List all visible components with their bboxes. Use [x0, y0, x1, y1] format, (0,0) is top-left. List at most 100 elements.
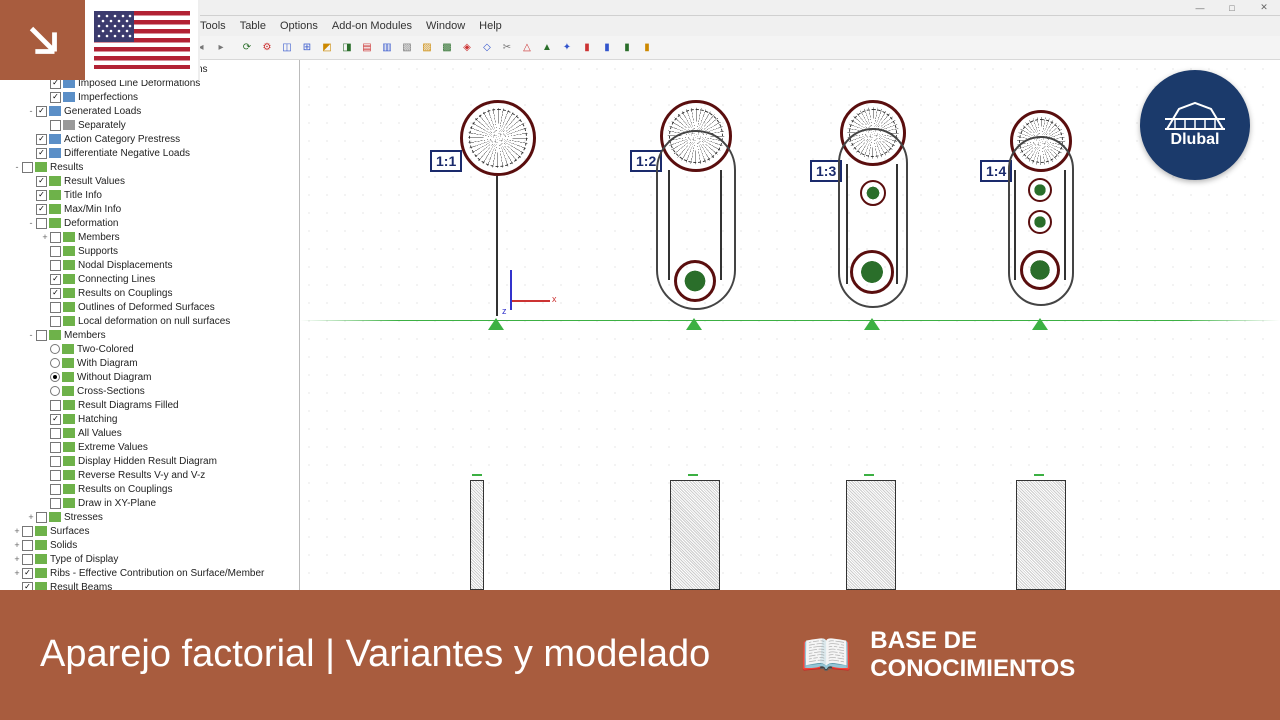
tb-calc-icon[interactable]: ⚙ [258, 39, 276, 57]
menu-tools[interactable]: Tools [200, 20, 226, 32]
window-maximize[interactable]: □ [1220, 2, 1244, 14]
tb-view8-icon[interactable]: ▨ [418, 39, 436, 57]
tb-del-icon[interactable]: △ [518, 39, 536, 57]
tb-view3-icon[interactable]: ◩ [318, 39, 336, 57]
ground-line [300, 320, 1280, 321]
tree-item[interactable]: Without Diagram [4, 370, 297, 384]
menu-window[interactable]: Window [426, 20, 465, 32]
tb-col4-icon[interactable]: ▮ [638, 39, 656, 57]
tb-view11-icon[interactable]: ◇ [478, 39, 496, 57]
tree-item[interactable]: Reverse Results V-y and V-z [4, 468, 297, 482]
dlubal-text: Dlubal [1171, 131, 1220, 149]
tree-item-label: Results [50, 162, 83, 173]
tree-item-label: Generated Loads [64, 106, 141, 117]
tree-item-label: Draw in XY-Plane [78, 498, 156, 509]
tree-item-label: Result Values [64, 176, 125, 187]
marker-1 [472, 474, 482, 476]
tree-item-label: Hatching [78, 414, 117, 425]
tb-view6-icon[interactable]: ▥ [378, 39, 396, 57]
tree-item[interactable]: Results on Couplings [4, 482, 297, 496]
tb-view10-icon[interactable]: ◈ [458, 39, 476, 57]
tree-item[interactable]: Hatching [4, 412, 297, 426]
tree-item[interactable]: Local deformation on null surfaces [4, 314, 297, 328]
tree-item-label: Result Diagrams Filled [78, 400, 179, 411]
tree-item[interactable]: Result Diagrams Filled [4, 398, 297, 412]
tb-cut-icon[interactable]: ✂ [498, 39, 516, 57]
menu-addon-modules[interactable]: Add-on Modules [332, 20, 412, 32]
tb-view4-icon[interactable]: ◨ [338, 39, 356, 57]
tree-item[interactable]: Nodal Displacements [4, 258, 297, 272]
tb-view5-icon[interactable]: ▤ [358, 39, 376, 57]
tb-add-icon[interactable]: ▲ [538, 39, 556, 57]
tree-item[interactable]: +Surfaces [4, 524, 297, 538]
tree-item[interactable]: +Type of Display [4, 552, 297, 566]
language-flag-us[interactable] [85, 0, 200, 80]
kb-label-1: BASE DE [870, 627, 1075, 655]
bridge-icon [1165, 101, 1225, 131]
tb-nav-next-icon[interactable]: ▸ [212, 39, 230, 57]
menu-help[interactable]: Help [479, 20, 502, 32]
tb-col2-icon[interactable]: ▮ [598, 39, 616, 57]
tree-item-label: Two-Colored [77, 344, 134, 355]
download-badge[interactable] [0, 0, 85, 80]
tb-view1-icon[interactable]: ◫ [278, 39, 296, 57]
tree-item[interactable]: Extreme Values [4, 440, 297, 454]
tree-item-label: Ribs - Effective Contribution on Surface… [50, 568, 264, 579]
tree-item[interactable]: Outlines of Deformed Surfaces [4, 300, 297, 314]
tb-view7-icon[interactable]: ▧ [398, 39, 416, 57]
tree-item-label: Nodal Displacements [78, 260, 173, 271]
tree-item-label: Cross-Sections [77, 386, 145, 397]
tb-view2-icon[interactable]: ⊞ [298, 39, 316, 57]
tree-item[interactable]: Imperfections [4, 90, 297, 104]
menu-table[interactable]: Table [240, 20, 266, 32]
tree-item[interactable]: +Ribs - Effective Contribution on Surfac… [4, 566, 297, 580]
tree-item[interactable]: Separately [4, 118, 297, 132]
tree-item[interactable]: With Diagram [4, 356, 297, 370]
tree-item-label: Solids [50, 540, 77, 551]
overlay-title: Aparejo factorial | Variantes y modelado [40, 633, 800, 677]
tree-item[interactable]: Connecting Lines [4, 272, 297, 286]
tree-item[interactable]: +Members [4, 230, 297, 244]
tree-item[interactable]: Max/Min Info [4, 202, 297, 216]
tree-item-label: Imperfections [78, 92, 138, 103]
dlubal-logo[interactable]: Dlubal [1140, 70, 1250, 180]
beam-3 [846, 480, 896, 590]
tb-axes-icon[interactable]: ✦ [558, 39, 576, 57]
tb-col1-icon[interactable]: ▮ [578, 39, 596, 57]
tree-item[interactable]: +Stresses [4, 510, 297, 524]
tree-item[interactable]: -Deformation [4, 216, 297, 230]
beam-1 [470, 480, 484, 590]
tree-item-label: Reverse Results V-y and V-z [78, 470, 205, 481]
window-close[interactable]: ✕ [1252, 2, 1276, 14]
tree-item[interactable]: Result Values [4, 174, 297, 188]
tree-item[interactable]: Cross-Sections [4, 384, 297, 398]
menu-options[interactable]: Options [280, 20, 318, 32]
beam-4 [1016, 480, 1066, 590]
tree-item[interactable]: Results on Couplings [4, 286, 297, 300]
tree-item[interactable]: -Results [4, 160, 297, 174]
tree-item-label: Without Diagram [77, 372, 151, 383]
tree-item[interactable]: -Members [4, 328, 297, 342]
tree-item[interactable]: -Generated Loads [4, 104, 297, 118]
tb-refresh-icon[interactable]: ⟳ [238, 39, 256, 57]
tree-item[interactable]: Two-Colored [4, 342, 297, 356]
tree-item[interactable]: Title Info [4, 188, 297, 202]
model-viewport[interactable]: x z 1:1 1:2 1:3 1:4 [300, 60, 1280, 600]
tree-item[interactable]: Differentiate Negative Loads [4, 146, 297, 160]
tree-item[interactable]: Action Category Prestress [4, 132, 297, 146]
tree-item-label: Separately [78, 120, 126, 131]
tb-view9-icon[interactable]: ▩ [438, 39, 456, 57]
tree-item[interactable]: Supports [4, 244, 297, 258]
tree-item[interactable]: Display Hidden Result Diagram [4, 454, 297, 468]
tree-item-label: Title Info [64, 190, 102, 201]
tb-col3-icon[interactable]: ▮ [618, 39, 636, 57]
navigator-panel: Imposed Nodal DeformationsImposed Line D… [0, 60, 300, 600]
tree-item-label: Results on Couplings [78, 484, 173, 495]
tree-item[interactable]: Draw in XY-Plane [4, 496, 297, 510]
tree-item[interactable]: All Values [4, 426, 297, 440]
window-minimize[interactable]: — [1188, 2, 1212, 14]
marker-4 [1034, 474, 1044, 476]
tree-item[interactable]: +Solids [4, 538, 297, 552]
tree-item-label: Extreme Values [78, 442, 148, 453]
marker-3 [864, 474, 874, 476]
